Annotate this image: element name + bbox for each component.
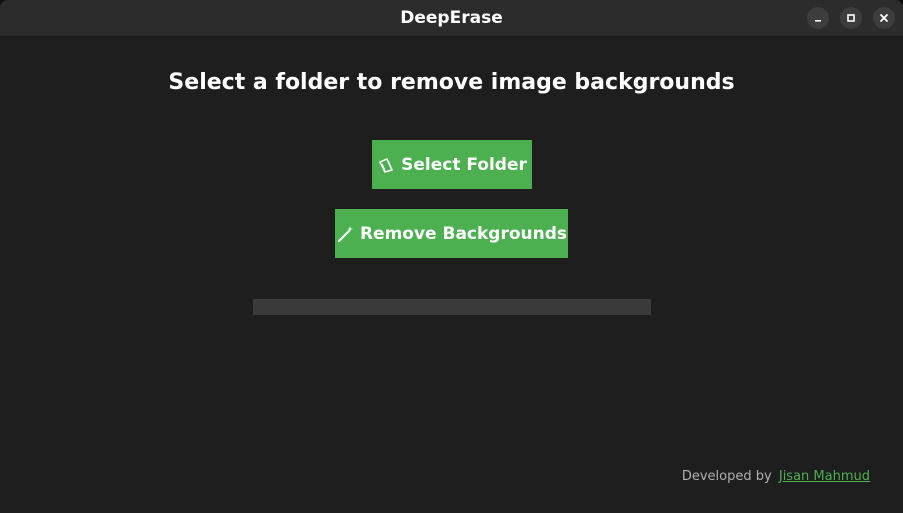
page-heading: Select a folder to remove image backgrou… <box>168 70 735 95</box>
minimize-icon <box>815 20 821 22</box>
select-folder-button[interactable]: Select Folder <box>372 140 532 189</box>
maximize-icon <box>847 14 855 22</box>
footer-credit: Developed by Jisan Mahmud <box>682 469 870 484</box>
title-bar[interactable]: DeepErase <box>0 0 903 37</box>
select-folder-label: Select Folder <box>401 154 527 175</box>
minimize-button[interactable] <box>807 7 829 29</box>
progress-bar <box>253 299 651 315</box>
developer-link[interactable]: Jisan Mahmud <box>779 469 870 484</box>
magic-wand-icon <box>336 225 354 243</box>
close-button[interactable] <box>873 7 895 29</box>
remove-backgrounds-label: Remove Backgrounds <box>359 223 568 244</box>
close-icon <box>880 14 888 22</box>
window-title: DeepErase <box>400 8 503 28</box>
folder-icon <box>377 156 395 174</box>
app-window: DeepErase Select a folder to remove imag… <box>0 0 903 513</box>
footer-prefix: Developed by <box>681 469 772 484</box>
remove-backgrounds-button[interactable]: Remove Backgrounds <box>335 209 568 258</box>
maximize-button[interactable] <box>840 7 862 29</box>
